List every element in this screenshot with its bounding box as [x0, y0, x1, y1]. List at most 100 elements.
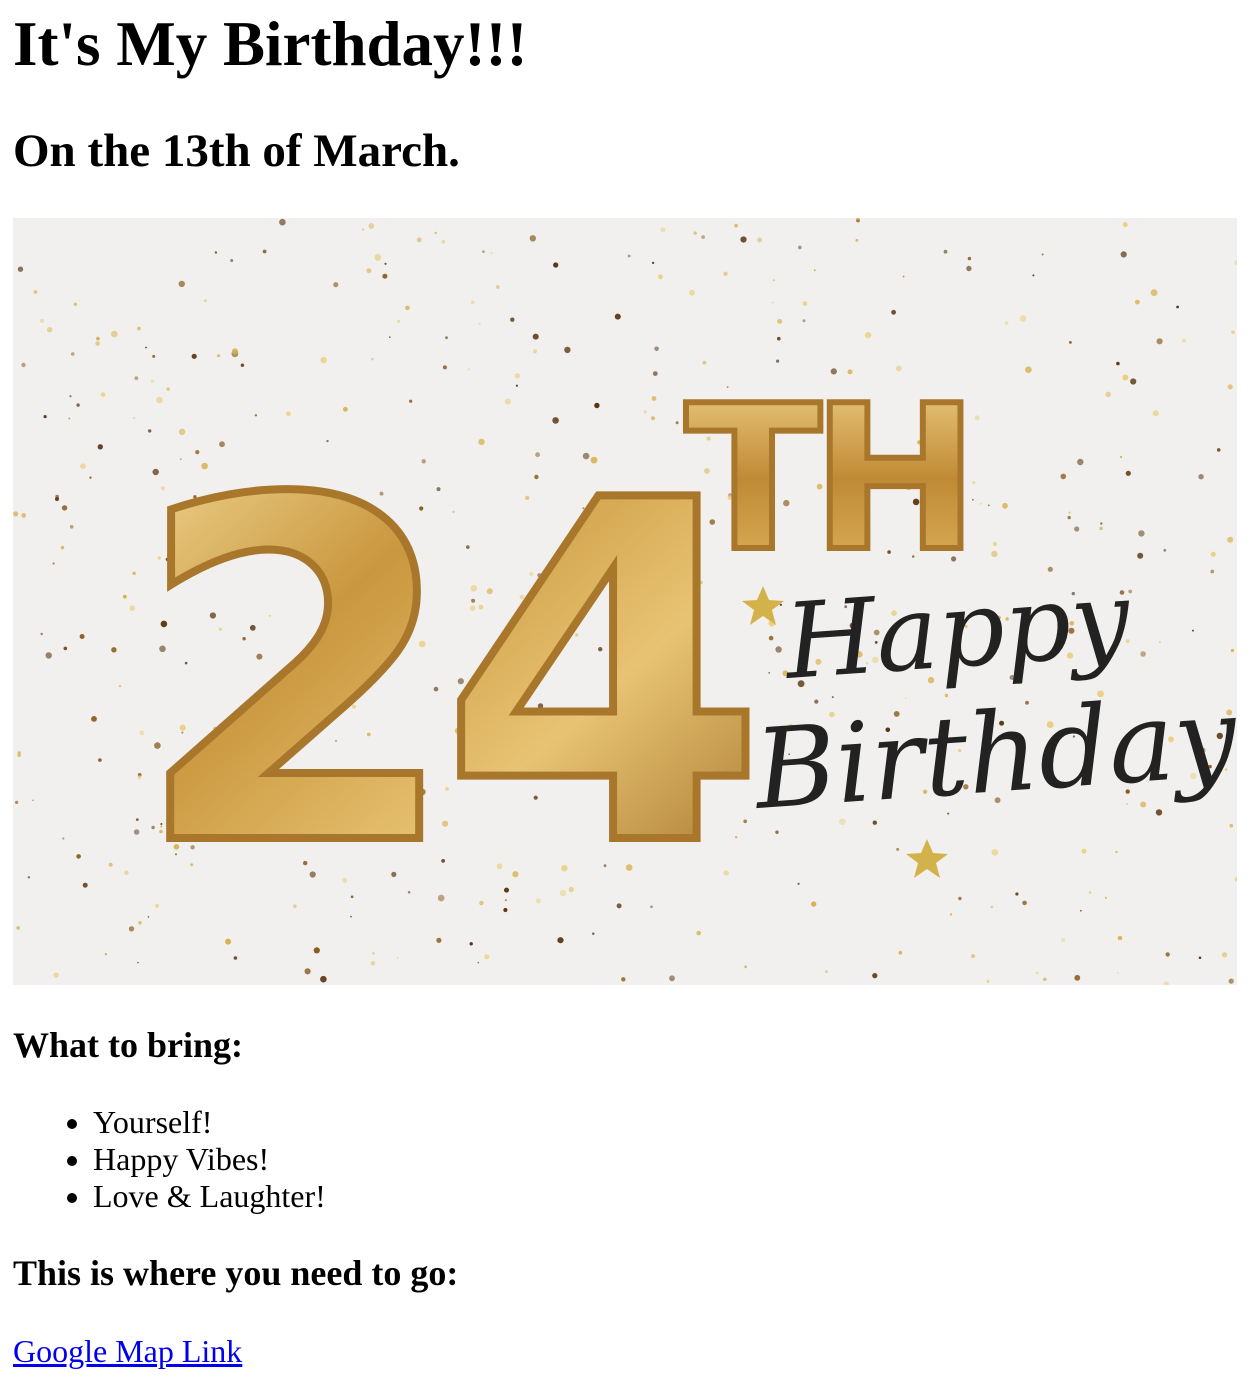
- confetti-dot: [972, 480, 976, 485]
- confetti-dot: [1221, 952, 1228, 958]
- confetti-dot: [813, 269, 816, 272]
- confetti-dot: [1163, 981, 1169, 985]
- confetti-dot: [991, 550, 998, 558]
- confetti-dot: [55, 494, 59, 499]
- confetti-dot: [368, 223, 375, 229]
- confetti-dot: [371, 357, 374, 361]
- confetti-dot: [118, 685, 122, 688]
- confetti-dot: [320, 975, 327, 983]
- date-subtitle: On the 13th of March.: [13, 125, 460, 177]
- confetti-dot: [63, 646, 68, 651]
- confetti-dot: [1227, 384, 1233, 390]
- confetti-dot: [145, 346, 147, 349]
- confetti-dot: [203, 299, 207, 303]
- confetti-dot: [1117, 972, 1119, 974]
- confetti-dot: [771, 301, 774, 304]
- confetti-dot: [1100, 522, 1103, 525]
- confetti-dot: [21, 513, 27, 518]
- confetti-dot: [1229, 823, 1234, 828]
- confetti-dot: [768, 672, 771, 674]
- confetti-dot: [979, 502, 982, 505]
- confetti-dot: [40, 318, 45, 323]
- confetti-dot: [21, 362, 26, 368]
- confetti-dot: [382, 273, 388, 279]
- confetti-dot: [434, 231, 437, 235]
- confetti-dot: [111, 330, 118, 338]
- confetti-dot: [366, 268, 372, 274]
- confetti-dot: [362, 228, 364, 231]
- confetti-dot: [1128, 589, 1133, 594]
- confetti-dot: [1210, 551, 1216, 557]
- confetti-dot: [627, 254, 631, 258]
- confetti-dot: [734, 223, 738, 228]
- confetti-dot: [1015, 892, 1019, 896]
- list-item: Yourself!: [93, 1104, 326, 1141]
- confetti-dot: [1228, 978, 1234, 984]
- confetti-dot: [240, 363, 245, 367]
- confetti-dot: [514, 373, 521, 379]
- confetti-dot: [1125, 470, 1131, 476]
- greeting-happy: Happy: [779, 557, 1135, 703]
- confetti-dot: [53, 972, 59, 978]
- confetti-dot: [898, 950, 903, 955]
- confetti-dot: [775, 646, 782, 653]
- confetti-dot: [798, 245, 802, 250]
- confetti-dot: [553, 262, 559, 268]
- confetti-dot: [855, 238, 859, 242]
- confetti-dot: [405, 305, 410, 311]
- confetti-dot: [1088, 891, 1092, 894]
- confetti-dot: [91, 716, 97, 722]
- confetti-dot: [967, 256, 972, 261]
- confetti-dot: [1019, 315, 1027, 322]
- confetti-dot: [1230, 648, 1234, 653]
- google-map-link[interactable]: Google Map Link: [13, 1332, 242, 1370]
- confetti-dot: [482, 250, 485, 253]
- confetti-dot: [111, 647, 117, 653]
- confetti-dot: [744, 965, 747, 969]
- confetti-dot: [802, 301, 808, 306]
- confetti-dot: [1155, 809, 1163, 816]
- list-item: Happy Vibes!: [93, 1141, 326, 1178]
- confetti-dot: [1074, 526, 1080, 532]
- confetti-dot: [986, 979, 990, 983]
- confetti-dot: [660, 227, 666, 233]
- confetti-dot: [1035, 971, 1039, 975]
- confetti-dot: [96, 336, 100, 341]
- confetti-dot: [45, 652, 52, 659]
- confetti-dot: [1216, 448, 1221, 452]
- confetti-dot: [1138, 530, 1145, 537]
- confetti-dot: [1069, 341, 1072, 344]
- confetti-dot: [1234, 260, 1237, 265]
- confetti-dot: [70, 352, 75, 356]
- confetti-dot: [824, 970, 828, 974]
- confetti-dot: [470, 300, 475, 305]
- confetti-dot: [974, 415, 980, 421]
- confetti-dot: [1081, 848, 1087, 854]
- list-item: Love & Laughter!: [93, 1178, 326, 1215]
- location-heading: This is where you need to go:: [13, 1253, 459, 1293]
- confetti-dot: [1137, 552, 1144, 559]
- confetti-dot: [651, 396, 657, 401]
- confetti-dot: [958, 896, 962, 901]
- confetti-dot: [872, 973, 878, 979]
- bring-list: Yourself! Happy Vibes! Love & Laughter!: [13, 1104, 326, 1215]
- confetti-dot: [68, 417, 71, 420]
- confetti-dot: [1163, 548, 1167, 552]
- confetti-dot: [166, 387, 170, 391]
- balloon-number: 24: [133, 402, 748, 949]
- balloon-ordinal: TH: [685, 363, 969, 596]
- confetti-dot: [1210, 569, 1215, 574]
- confetti-dot: [972, 498, 974, 501]
- confetti-dot: [902, 275, 905, 278]
- confetti-dot: [896, 847, 900, 851]
- confetti-dot: [777, 336, 781, 341]
- confetti-dot: [320, 356, 327, 364]
- confetti-dot: [137, 326, 141, 331]
- confetti-dot: [740, 236, 747, 243]
- confetti-dot: [621, 977, 626, 982]
- confetti-dot: [811, 901, 817, 907]
- confetti-dot: [1041, 253, 1044, 256]
- confetti-dot: [949, 913, 953, 916]
- confetti-dot: [80, 463, 86, 469]
- confetti-dot: [1122, 222, 1128, 228]
